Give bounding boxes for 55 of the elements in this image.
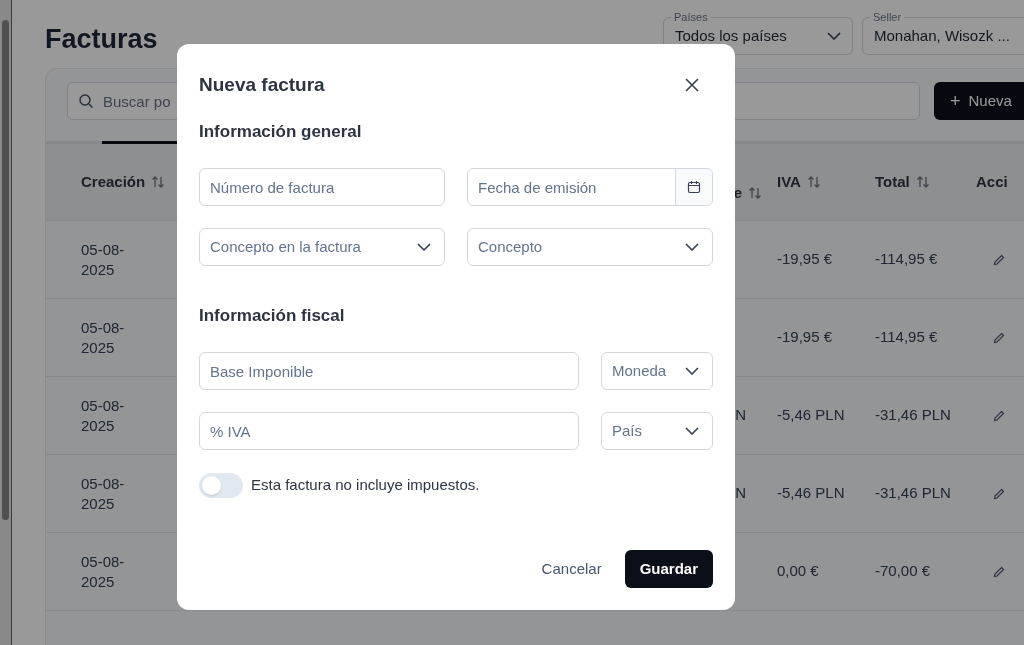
pencil-icon[interactable] [993, 565, 1005, 578]
table-cell-text: 05-08-2025 [81, 239, 126, 280]
close-icon [685, 78, 699, 92]
table-cell-text: 05-08-2025 [81, 473, 126, 514]
table-cell-text: N [735, 483, 746, 504]
dialog-title: Nueva factura [199, 72, 325, 97]
select-field[interactable]: Concepto [467, 228, 713, 266]
table-cell-text: -31,46 PLN [875, 405, 952, 426]
column-header[interactable]: IVA [777, 170, 801, 194]
chevron-icon [417, 243, 431, 251]
select-field[interactable]: País [601, 412, 713, 450]
table-cell-text: 05-08-2025 [81, 317, 126, 358]
chevron-icon [685, 367, 699, 375]
table-cell-text: 0,00 € [777, 561, 820, 582]
calendar-icon [687, 180, 701, 194]
pencil-icon[interactable] [993, 253, 1005, 266]
chevron-icon [685, 427, 699, 435]
scrollbar-thumb[interactable] [2, 20, 9, 520]
chevron-icon [827, 32, 841, 40]
table-cell-text: -114,95 € [875, 327, 939, 348]
pencil-icon[interactable] [993, 487, 1005, 500]
section-heading: Información fiscal [199, 305, 346, 328]
date-field[interactable]: Fecha de emisión [467, 168, 713, 206]
input-field[interactable]: Número de factura [199, 168, 445, 206]
input-field[interactable]: Base Imponible [199, 352, 579, 390]
page-title: Facturas [45, 23, 158, 56]
pencil-icon[interactable] [993, 331, 1005, 344]
chevron-icon [685, 243, 699, 251]
column-header[interactable]: Creación [81, 170, 146, 194]
field-label: Países [671, 10, 711, 24]
table-cell-text: -114,95 € [875, 249, 939, 270]
table-cell-text: -5,46 PLN [777, 483, 846, 504]
toggle-switch[interactable] [199, 473, 243, 498]
column-header: Acci [976, 171, 1008, 192]
select-field[interactable]: Moneda [601, 352, 713, 390]
table-cell-text: N [735, 405, 746, 426]
column-header[interactable]: Total [875, 170, 910, 194]
toggle-label: Esta factura no incluye impuestos. [251, 475, 480, 496]
select-field[interactable]: Concepto en la factura [199, 228, 445, 266]
section-heading: Información general [199, 121, 363, 144]
new-button[interactable]: + Nueva [934, 82, 1024, 120]
input-field[interactable]: % IVA [199, 412, 579, 450]
table-cell-text: -70,00 € [875, 561, 932, 582]
table-cell-text: -31,46 PLN [875, 483, 952, 504]
save-button[interactable]: Guardar [624, 550, 713, 588]
pencil-icon[interactable] [993, 409, 1005, 422]
table-cell-text: 05-08-2025 [81, 551, 126, 592]
cancel-button[interactable]: Cancelar [541, 550, 602, 588]
table-cell-text: -5,46 PLN [777, 405, 846, 426]
table-cell-text: 05-08-2025 [81, 395, 126, 436]
table-cell-text: -19,95 € [777, 327, 834, 348]
table-cell-text: -19,95 € [777, 249, 834, 270]
scrollbar[interactable] [0, 0, 12, 645]
search-icon [78, 93, 94, 109]
field-label: Seller [870, 10, 905, 24]
